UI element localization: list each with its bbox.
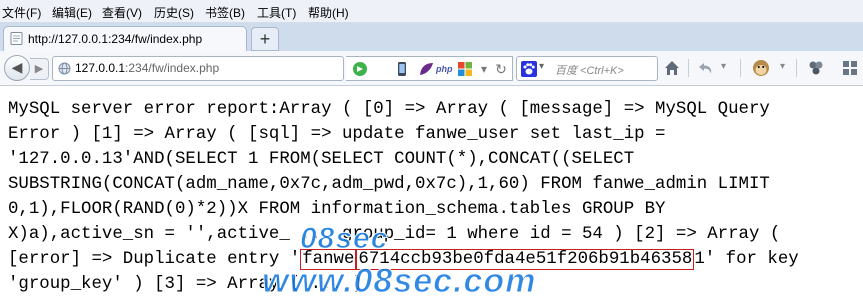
separator [796,59,797,77]
error-line: Error ) [1] => Array ( [sql] => update f… [8,125,666,144]
menu-tools[interactable]: 工具(T) [257,4,296,21]
address-text: 127.0.0.1:234/fw/index.php [75,61,219,75]
globe-icon [58,62,71,75]
new-tab-button[interactable]: + [251,27,279,51]
back-button[interactable]: ◀ [4,55,30,81]
menu-file[interactable]: 文件(F) [2,4,41,21]
menu-help[interactable]: 帮助(H) [308,4,349,21]
menu-edit[interactable]: 编辑(E) [52,4,92,21]
go-icon[interactable] [352,61,368,77]
undo-icon[interactable] [698,60,714,76]
navigation-bar: ◀ ▶ 127.0.0.1:234/fw/index.php php ▾ ↻ ▾… [0,51,863,86]
watermark-logo: 08sec [299,222,389,256]
menu-bookmarks[interactable]: 书签(B) [205,4,245,21]
error-line: MySQL server error report:Array ( [0] =>… [8,100,770,119]
baidu-paw-icon[interactable] [521,61,537,77]
tab-title: http://127.0.0.1:234/fw/index.php [28,32,203,46]
search-placeholder: 百度 <Ctrl+K> [555,65,624,77]
undo-dropdown-icon[interactable]: ▾ [721,61,726,72]
monkey-dropdown-icon[interactable]: ▾ [780,61,785,72]
svg-text:php: php [436,64,453,74]
tab-strip: http://127.0.0.1:234/fw/index.php + [0,23,863,52]
duplicate-suffix: 1' for key [694,250,799,269]
error-line: '127.0.0.13'AND(SELECT 1 FROM(SELECT COU… [8,150,635,169]
separator [688,59,689,77]
tab-active[interactable]: http://127.0.0.1:234/fw/index.php [3,26,247,52]
windows-icon[interactable] [457,61,473,77]
refresh-icon[interactable]: ↻ [493,61,509,77]
menu-history[interactable]: 历史(S) [154,4,194,21]
forward-arrow-icon: ▶ [34,63,44,75]
address-path: :234/fw/index.php [125,61,220,75]
forward-button[interactable]: ▶ [30,58,49,80]
separator [740,59,741,77]
monkey-icon[interactable] [752,59,770,77]
php-icon[interactable]: php [436,61,456,77]
watermark-url: www.08sec.com [261,262,537,301]
search-box[interactable]: ▾ 百度 <Ctrl+K> [516,56,658,81]
address-bar[interactable]: 127.0.0.1:234/fw/index.php [52,56,344,81]
menu-view[interactable]: 查看(V) [102,4,142,21]
address-host: 127.0.0.1 [75,61,126,75]
error-line: SUBSTRING(CONCAT(adm_name,0x7c,adm_pwd,0… [8,175,770,194]
page-icon [10,32,23,45]
address-bar-extensions: php ▾ ↻ [346,56,513,81]
home-icon[interactable] [664,60,680,76]
menu-bar: 文件(F) 编辑(E) 查看(V) 历史(S) 书签(B) 工具(T) 帮助(H… [0,0,863,23]
error-line: X)a),active_sn = '',active_ ... group_id… [8,225,781,244]
error-line: 0,1),FLOOR(RAND(0)*2))X FROM information… [8,200,666,219]
leaf-icon[interactable] [418,61,434,77]
puzzle-icon[interactable] [808,60,824,76]
back-arrow-icon: ◀ [11,59,23,75]
grid-icon[interactable] [842,60,858,76]
search-engine-dropdown-icon[interactable]: ▾ [539,61,544,72]
dropdown-icon[interactable]: ▾ [476,61,492,77]
phone-icon[interactable] [394,61,410,77]
duplicate-prefix: [error] => Duplicate entry ' [8,250,301,269]
